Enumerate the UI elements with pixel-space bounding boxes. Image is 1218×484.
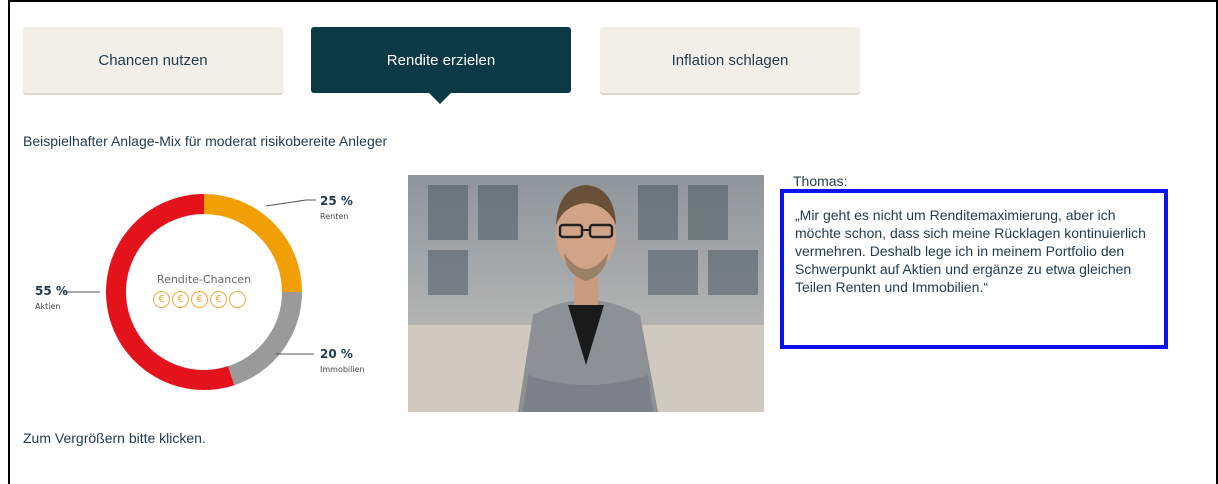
- quote-author-name: Thomas:: [793, 173, 848, 189]
- leader-renten: [265, 199, 316, 207]
- active-tab-pointer: [429, 93, 451, 104]
- person-photo: [408, 175, 764, 412]
- allocation-donut-chart[interactable]: Rendite-Chancen €€€€€ 25 % Renten 20 % I…: [30, 180, 390, 410]
- euro-coin-icon: €: [229, 291, 246, 308]
- label-immobilien-name: Immobilien: [320, 365, 365, 374]
- label-renten-name: Renten: [320, 212, 349, 221]
- enlarge-hint-link[interactable]: Zum Vergrößern bitte klicken.: [23, 430, 206, 446]
- label-immobilien-percent: 20 %: [320, 347, 353, 361]
- tab-chancen-nutzen[interactable]: Chancen nutzen: [23, 27, 283, 93]
- section-subtitle: Beispielhafter Anlage-Mix für moderat ri…: [23, 133, 388, 149]
- euro-coin-icon: €: [191, 291, 208, 308]
- label-aktien-percent: 55 %: [35, 284, 68, 298]
- tab-label: Chancen nutzen: [98, 51, 208, 69]
- euro-coin-icon: €: [210, 291, 227, 308]
- euro-coin-icon: €: [153, 291, 170, 308]
- rendite-coins: €€€€€: [153, 291, 246, 308]
- tab-inflation-schlagen[interactable]: Inflation schlagen: [600, 27, 860, 93]
- chart-center-title: Rendite-Chancen: [156, 273, 252, 286]
- euro-coin-icon: €: [172, 291, 189, 308]
- quote-highlight-box: „Mir geht es nicht um Renditemaximierung…: [780, 189, 1168, 349]
- tab-rendite-erzielen[interactable]: Rendite erzielen: [311, 27, 571, 93]
- label-aktien-name: Aktien: [35, 302, 61, 311]
- label-renten-percent: 25 %: [320, 194, 353, 208]
- tab-label: Inflation schlagen: [671, 51, 789, 69]
- tab-label: Rendite erzielen: [386, 51, 496, 69]
- quote-text: „Mir geht es nicht um Renditemaximierung…: [795, 207, 1146, 295]
